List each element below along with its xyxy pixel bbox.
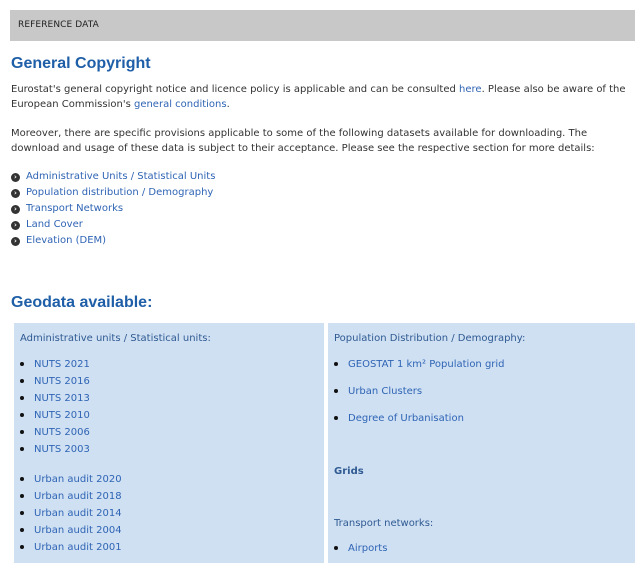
population-link[interactable]: Population distribution / Demography [26,185,213,201]
copyright-text-2a: European Commission's [11,99,134,110]
bullet-icon [20,477,24,481]
urban-audit-2014-link[interactable]: Urban audit 2014 [34,508,122,519]
dataset-link-item[interactable]: › Transport Networks [11,201,215,217]
general-copyright-heading: General Copyright [11,55,151,72]
list-item[interactable]: NUTS 2013 [20,393,90,404]
bullet-icon [20,494,24,498]
bullet-icon [20,379,24,383]
grids-title: Grids [334,466,364,477]
urban-audit-2004-link[interactable]: Urban audit 2004 [34,525,122,536]
geodata-heading: Geodata available: [11,294,153,311]
bullet-icon [334,362,338,366]
list-item[interactable]: Urban audit 2020 [20,474,122,485]
nuts-2013-link[interactable]: NUTS 2013 [34,393,90,404]
list-item[interactable]: NUTS 2010 [20,410,90,421]
population-title: Population Distribution / Demography: [334,333,526,344]
list-item[interactable]: Urban audit 2018 [20,491,122,502]
list-item[interactable]: Degree of Urbanisation [334,413,464,424]
bullet-icon [20,430,24,434]
admin-units-title: Administrative units / Statistical units… [20,333,211,344]
bullet-icon [20,545,24,549]
admin-units-box: Administrative units / Statistical units… [14,323,324,563]
copyright-text-1b: . Please also be aware of the [481,84,626,95]
nuts-2006-link[interactable]: NUTS 2006 [34,427,90,438]
list-item[interactable]: NUTS 2003 [20,444,90,455]
section-header-bar: REFERENCE DATA [10,10,635,41]
bullet-icon [334,546,338,550]
bullet-icon [20,511,24,515]
urban-audit-2018-link[interactable]: Urban audit 2018 [34,491,122,502]
list-item[interactable]: Airports [334,543,387,554]
transport-link[interactable]: Transport Networks [26,201,123,217]
chevron-right-icon: › [11,188,20,198]
section-header-title: REFERENCE DATA [18,20,99,30]
bullet-icon [334,389,338,393]
list-item[interactable]: Urban audit 2014 [20,508,122,519]
urban-audit-2020-link[interactable]: Urban audit 2020 [34,474,122,485]
list-item[interactable]: Urban Clusters [334,386,422,397]
general-conditions-link[interactable]: general conditions [134,99,227,110]
provisions-line-1: Moreover, there are specific provisions … [11,128,588,139]
population-box: Population Distribution / Demography: GE… [328,323,635,563]
list-item[interactable]: NUTS 2016 [20,376,90,387]
bullet-icon [20,528,24,532]
dataset-link-item[interactable]: › Elevation (DEM) [11,233,215,249]
list-item[interactable]: Urban audit 2001 [20,542,122,553]
elevation-link[interactable]: Elevation (DEM) [26,233,106,249]
chevron-right-icon: › [11,220,20,230]
dataset-link-item[interactable]: › Population distribution / Demography [11,185,215,201]
degree-urbanisation-link[interactable]: Degree of Urbanisation [348,413,464,424]
copyright-text-2b: . [226,99,230,110]
dataset-link-item[interactable]: › Land Cover [11,217,215,233]
chevron-right-icon: › [11,172,20,182]
geostat-grid-link[interactable]: GEOSTAT 1 km² Population grid [348,359,505,370]
copyright-paragraph: Eurostat's general copyright notice and … [11,82,635,112]
transport-networks-title: Transport networks: [334,518,434,529]
bullet-icon [20,396,24,400]
list-item[interactable]: NUTS 2006 [20,427,90,438]
admin-units-link[interactable]: Administrative Units / Statistical Units [26,169,215,185]
provisions-paragraph: Moreover, there are specific provisions … [11,126,635,156]
bullet-icon [20,413,24,417]
bullet-icon [20,362,24,366]
nuts-2016-link[interactable]: NUTS 2016 [34,376,90,387]
chevron-right-icon: › [11,236,20,246]
list-item[interactable]: Urban audit 2004 [20,525,122,536]
reference-data-page: REFERENCE DATA General Copyright Eurosta… [0,0,635,563]
bullet-icon [334,416,338,420]
dataset-link-list: › Administrative Units / Statistical Uni… [11,169,215,249]
urban-audit-2001-link[interactable]: Urban audit 2001 [34,542,122,553]
nuts-2003-link[interactable]: NUTS 2003 [34,444,90,455]
copyright-text-1a: Eurostat's general copyright notice and … [11,84,460,95]
list-item[interactable]: NUTS 2021 [20,359,90,370]
airports-link[interactable]: Airports [348,543,387,554]
urban-clusters-link[interactable]: Urban Clusters [348,386,422,397]
list-item[interactable]: GEOSTAT 1 km² Population grid [334,359,505,370]
dataset-link-item[interactable]: › Administrative Units / Statistical Uni… [11,169,215,185]
provisions-line-2: download and usage of these data is subj… [11,143,595,154]
here-link[interactable]: here [459,84,482,95]
chevron-right-icon: › [11,204,20,214]
bullet-icon [20,447,24,451]
nuts-2021-link[interactable]: NUTS 2021 [34,359,90,370]
nuts-2010-link[interactable]: NUTS 2010 [34,410,90,421]
land-cover-link[interactable]: Land Cover [26,217,83,233]
